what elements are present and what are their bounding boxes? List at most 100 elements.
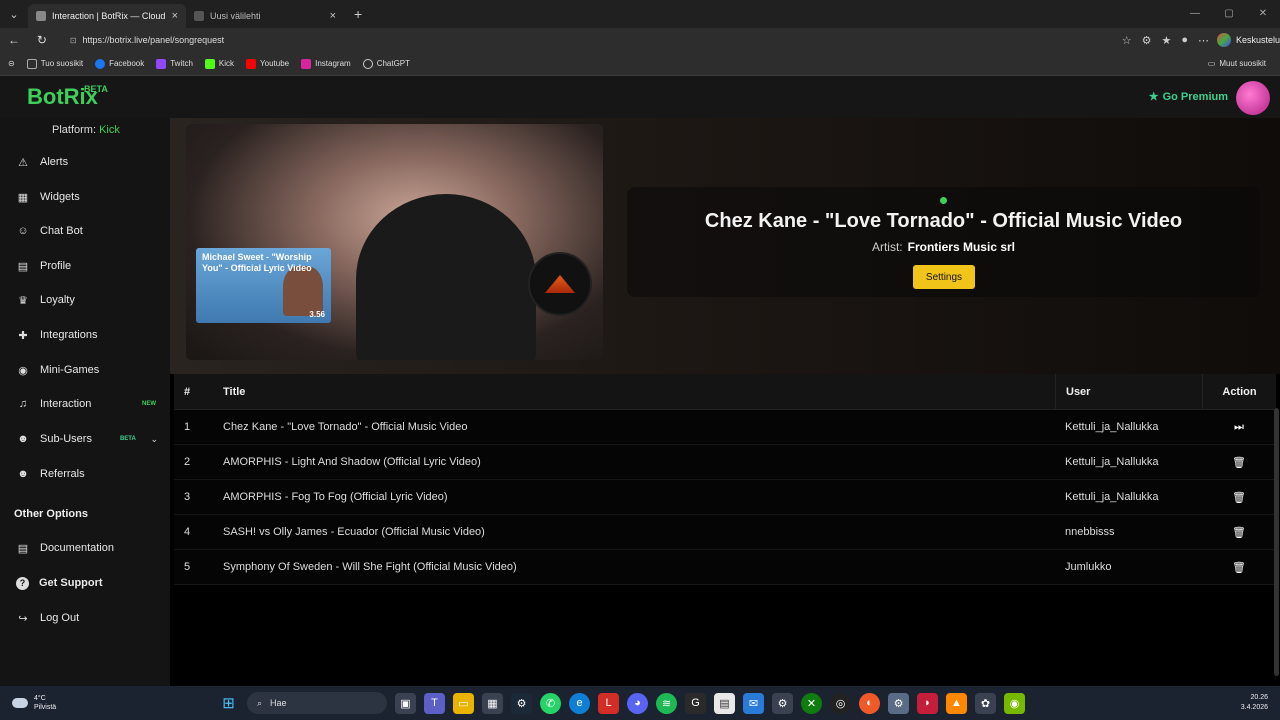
bookmark-chatgpt[interactable]: ChatGPT xyxy=(362,58,410,69)
weather-widget[interactable]: 4°C Pilvistä xyxy=(12,694,56,712)
go-premium-button[interactable]: ★ Go Premium xyxy=(1149,90,1228,104)
logitech-icon[interactable]: G xyxy=(685,692,706,714)
sidebar-item-profile[interactable]: ▤ Profile xyxy=(16,256,166,276)
sidebar-item-chat-bot[interactable]: ☺ Chat Bot xyxy=(16,221,166,241)
copilot-icon xyxy=(1216,33,1231,47)
sidebar-item-log-out[interactable]: ↪ Log Out xyxy=(16,608,166,628)
sidebar-item-loyalty[interactable]: ♛ Loyalty xyxy=(16,290,166,310)
teams-icon[interactable]: T xyxy=(424,692,445,714)
maximize-icon[interactable]: ▢ xyxy=(1212,0,1246,28)
sidebar-item-get-support[interactable]: ? Get Support xyxy=(16,573,166,593)
url-text: https://botrix.live/panel/songrequest xyxy=(82,35,225,45)
user-avatar[interactable] xyxy=(1236,81,1270,115)
bookmark-kick[interactable]: Kick xyxy=(204,58,235,69)
music-icon: ♫ xyxy=(18,398,28,410)
bookmark-instagram[interactable]: Instagram xyxy=(301,58,351,69)
row-user: Kettuli_ja_Nallukka xyxy=(1065,491,1159,503)
close-icon[interactable]: × xyxy=(172,10,178,22)
favicon-icon xyxy=(36,11,46,21)
botrix-logo[interactable]: BotRix BETA xyxy=(27,84,108,110)
trash-icon[interactable]: 🗑 xyxy=(1202,445,1276,479)
sidebar-item-referrals[interactable]: ☻ Referrals xyxy=(16,464,166,484)
favorites-icon[interactable]: ★ xyxy=(1161,34,1171,47)
nvidia-icon[interactable]: ◉ xyxy=(1004,692,1025,714)
gear-app-icon[interactable]: ⚙ xyxy=(888,692,909,714)
bookmark-twitch[interactable]: Twitch xyxy=(156,58,193,69)
store-icon[interactable]: ▦ xyxy=(482,692,503,714)
settings-gear-icon[interactable]: ⚙ xyxy=(772,692,793,714)
bookmark-import[interactable]: Tuo suosikit xyxy=(26,58,83,69)
new-tab-plus-icon[interactable]: + xyxy=(354,6,362,22)
minimize-icon[interactable]: — xyxy=(1178,0,1212,28)
xbox-icon[interactable]: ✕ xyxy=(801,692,822,714)
lastpass-icon[interactable]: L xyxy=(598,692,619,714)
table-row: 2 AMORPHIS - Light And Shadow (Official … xyxy=(174,445,1276,480)
edge-icon[interactable]: e xyxy=(569,692,590,714)
trash-icon[interactable]: 🗑 xyxy=(1202,480,1276,514)
now-playing-card: Chez Kane - "Love Tornado" - Official Mu… xyxy=(627,187,1260,297)
refresh-icon[interactable]: ↻ xyxy=(28,33,56,47)
vlc-icon[interactable]: ▲ xyxy=(946,692,967,714)
copilot-button[interactable]: Keskustelu xyxy=(1216,33,1280,47)
sidebar-item-widgets[interactable]: ▦ Widgets xyxy=(16,187,166,207)
bookmark-label: Instagram xyxy=(315,59,351,68)
logo-beta-badge: BETA xyxy=(84,84,108,94)
favorite-star-icon[interactable]: ☆ xyxy=(1122,34,1132,47)
close-window-icon[interactable]: ✕ xyxy=(1246,0,1280,28)
notepad-icon[interactable]: ▤ xyxy=(714,692,735,714)
app-red-icon[interactable]: ◗ xyxy=(917,692,938,714)
column-header-title: Title xyxy=(223,385,246,398)
table-row: 4 SASH! vs Olly James - Ecuador (Officia… xyxy=(174,515,1276,550)
sidebar-item-label: Get Support xyxy=(39,577,103,589)
profile-icon[interactable]: ● xyxy=(1181,34,1188,46)
app-notification-icon[interactable]: ✿ xyxy=(975,692,996,714)
sidebar-item-alerts[interactable]: ⚠ Alerts xyxy=(16,152,166,172)
close-icon[interactable]: × xyxy=(330,10,336,22)
system-clock[interactable]: 20.26 3.4.2026 xyxy=(1241,693,1268,713)
other-bookmarks[interactable]: ▭ Muut suosikit xyxy=(1208,59,1266,68)
taskbar-search[interactable]: ⌕ Hae xyxy=(247,692,387,714)
discord-icon[interactable]: ◕ xyxy=(627,692,648,714)
lock-icon: ⊡ xyxy=(69,35,77,45)
spotify-icon[interactable]: ≋ xyxy=(656,692,677,714)
tab-new[interactable]: Uusi välilehti × xyxy=(186,4,344,28)
steam-icon[interactable]: ⚙ xyxy=(511,692,532,714)
video-player[interactable]: Michael Sweet - "Worship You" - Official… xyxy=(186,124,603,360)
obs-icon[interactable]: ◎ xyxy=(830,692,851,714)
tab-title: Uusi välilehti xyxy=(210,11,261,21)
copilot-label: Keskustelu xyxy=(1235,35,1280,45)
mail-icon[interactable]: ✉ xyxy=(743,692,764,714)
extensions-icon[interactable]: ⚙ xyxy=(1142,34,1152,47)
sidebar-item-label: Mini-Games xyxy=(40,364,100,376)
bookmark-label: Kick xyxy=(218,59,235,68)
url-field[interactable]: ⊡ https://botrix.live/panel/songrequest xyxy=(60,30,1112,50)
sidebar-item-integrations[interactable]: ✚ Integrations xyxy=(16,325,166,345)
user-group-icon: ☻ xyxy=(17,468,29,480)
chevron-down-icon[interactable]: ⌄ xyxy=(150,434,158,445)
more-icon[interactable]: ⋯ xyxy=(1198,34,1209,47)
sidebar-item-mini-games[interactable]: ◉ Mini-Games xyxy=(16,360,166,380)
skip-icon[interactable]: ⏭ xyxy=(1202,410,1276,444)
sidebar-item-interaction[interactable]: ♫ Interaction NEW xyxy=(16,394,166,414)
task-view-icon[interactable]: ▣ xyxy=(395,692,416,714)
settings-button[interactable]: Settings xyxy=(913,265,975,289)
tab-botrix[interactable]: Interaction | BotRix — Cloud × xyxy=(28,4,186,28)
trash-icon[interactable]: 🗑 xyxy=(1202,550,1276,584)
thumbnail-duration: 3.56 xyxy=(309,310,325,319)
column-header-action: Action xyxy=(1202,374,1276,409)
whatsapp-icon[interactable]: ✆ xyxy=(540,692,561,714)
next-video-thumbnail[interactable]: Michael Sweet - "Worship You" - Official… xyxy=(196,248,331,323)
tab-actions-menu-icon[interactable]: ⌄ xyxy=(0,0,28,28)
sidebar-item-sub-users[interactable]: ☻ Sub-Users BETA ⌄ xyxy=(16,429,166,449)
back-arrow-icon[interactable]: ← xyxy=(0,33,28,47)
windows-start-icon[interactable]: ⊞ xyxy=(218,693,239,714)
origin-icon[interactable]: ◐ xyxy=(859,692,880,714)
bookmark-facebook[interactable]: Facebook xyxy=(95,58,144,69)
sidebar-item-documentation[interactable]: ▤ Documentation xyxy=(16,538,166,558)
row-user: Kettuli_ja_Nallukka xyxy=(1065,456,1159,468)
trash-icon[interactable]: 🗑 xyxy=(1202,515,1276,549)
bookmark-youtube[interactable]: Youtube xyxy=(246,58,289,69)
file-explorer-icon[interactable]: ▭ xyxy=(453,692,474,714)
queue-scrollbar[interactable] xyxy=(1274,408,1279,676)
bookmarks-menu-icon[interactable]: ⊝ xyxy=(8,59,15,68)
